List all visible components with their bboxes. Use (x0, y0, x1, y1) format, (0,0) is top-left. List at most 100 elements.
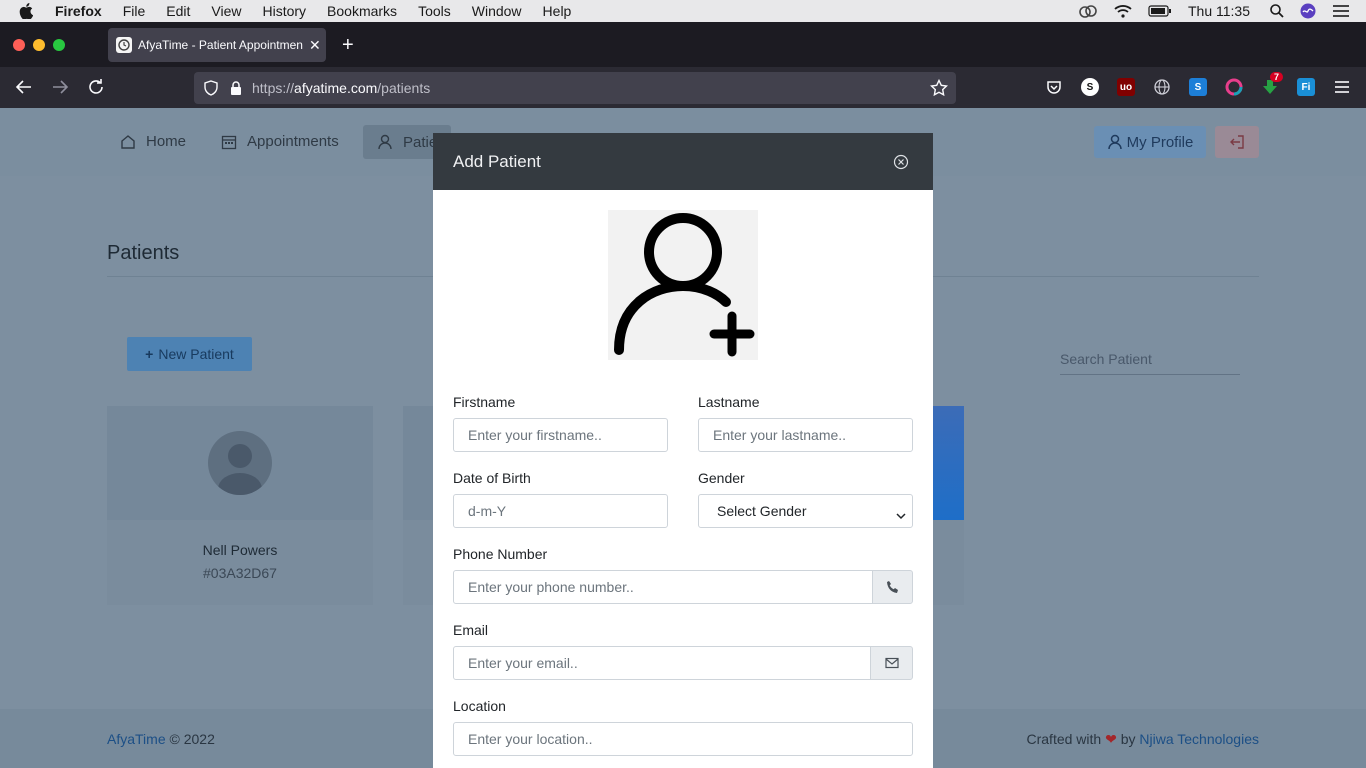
patient-card[interactable] (933, 520, 964, 605)
modal-header: Add Patient (433, 133, 933, 190)
footer-copyright-text: © 2022 (169, 731, 215, 747)
menubar-clock[interactable]: Thu 11:35 (1188, 3, 1250, 19)
menu-help[interactable]: Help (543, 3, 572, 19)
tab-title: AfyaTime - Patient Appointment (138, 38, 303, 52)
close-window-button[interactable] (13, 39, 25, 51)
afyatime-favicon-icon (116, 37, 132, 53)
forward-icon[interactable] (51, 78, 69, 96)
s-blue-extension-icon[interactable]: S (1189, 78, 1207, 96)
firstname-label: Firstname (453, 394, 516, 410)
apple-icon[interactable] (19, 3, 35, 19)
calendar-icon (221, 135, 237, 149)
phone-field[interactable]: Enter your phone number.. (453, 570, 873, 604)
siri-icon[interactable] (1300, 3, 1316, 19)
lock-icon[interactable] (230, 80, 242, 96)
battery-icon[interactable] (1148, 5, 1172, 17)
extension-badge: 7 (1270, 72, 1284, 82)
gender-select-value: Select Gender (717, 503, 807, 519)
url-protocol: https:// (252, 80, 295, 96)
menu-edit[interactable]: Edit (166, 3, 190, 19)
phone-label: Phone Number (453, 546, 548, 562)
bookmark-star-icon[interactable] (929, 78, 949, 100)
location-field[interactable]: Enter your location.. (453, 722, 913, 756)
color-picker-extension-icon[interactable] (1225, 78, 1243, 96)
download-extension-icon[interactable]: 7 (1261, 72, 1284, 96)
footer-by-text: by (1120, 731, 1136, 747)
skype-extension-icon[interactable]: S (1081, 78, 1099, 96)
browser-navbar: https:// afyatime.com /patients S uo S 7… (0, 67, 1366, 108)
gender-select[interactable]: Select Gender (698, 494, 913, 528)
menu-history[interactable]: History (262, 3, 306, 19)
macos-menubar: Firefox File Edit View History Bookmarks… (0, 0, 1366, 22)
control-center-icon[interactable] (1332, 4, 1350, 18)
hamburger-menu-icon[interactable] (1333, 78, 1351, 96)
my-profile-label: My Profile (1126, 133, 1194, 151)
browser-tab-active[interactable]: AfyaTime - Patient Appointment ✕ (108, 28, 326, 62)
modal-title: Add Patient (453, 151, 541, 171)
footer-company-link[interactable]: Njiwa Technologies (1139, 731, 1259, 747)
footer-copyright: AfyaTime © 2022 (107, 731, 215, 747)
search-input[interactable]: Search Patient (1060, 351, 1240, 375)
tracking-shield-icon[interactable] (203, 80, 219, 99)
avatar (208, 431, 272, 495)
spotlight-search-icon[interactable] (1270, 4, 1284, 18)
lastname-field[interactable]: Enter your lastname.. (698, 418, 913, 452)
user-icon (1107, 134, 1122, 150)
creative-cloud-icon[interactable] (1078, 4, 1098, 18)
location-label: Location (453, 698, 506, 714)
minimize-window-button[interactable] (33, 39, 45, 51)
menu-bookmarks[interactable]: Bookmarks (327, 3, 397, 19)
ublock-origin-icon[interactable]: uo (1117, 78, 1135, 96)
lastname-label: Lastname (698, 394, 760, 410)
logout-icon (1230, 135, 1244, 149)
email-field[interactable]: Enter your email.. (453, 646, 871, 680)
pocket-icon[interactable] (1045, 78, 1063, 96)
add-user-photo-placeholder[interactable] (608, 210, 758, 360)
heart-icon: ❤ (1105, 731, 1117, 747)
patient-id: #03A32D67 (203, 565, 277, 581)
menu-window[interactable]: Window (472, 3, 522, 19)
patient-card-header (107, 406, 373, 520)
firstname-field[interactable]: Enter your firstname.. (453, 418, 668, 452)
dob-field[interactable]: d-m-Y (453, 494, 668, 528)
gender-label: Gender (698, 470, 745, 486)
patient-name: Nell Powers (202, 542, 278, 558)
new-patient-button[interactable]: + New Patient (127, 337, 252, 371)
zoom-window-button[interactable] (53, 39, 65, 51)
footer-credits: Crafted with ❤ by Njiwa Technologies (1027, 731, 1260, 748)
nav-appointments-label: Appointments (247, 133, 339, 150)
menu-file[interactable]: File (123, 3, 146, 19)
menu-app-firefox[interactable]: Firefox (55, 3, 102, 19)
back-icon[interactable] (15, 78, 33, 96)
reload-icon[interactable] (87, 78, 105, 96)
phone-icon (886, 581, 898, 593)
close-icon[interactable] (893, 154, 909, 175)
browser-tabbar: AfyaTime - Patient Appointment ✕ + (0, 22, 1366, 67)
url-host: afyatime.com (294, 80, 378, 96)
footer-crafted-text: Crafted with (1026, 731, 1102, 747)
globe-extension-icon[interactable] (1153, 78, 1171, 96)
logout-button[interactable] (1215, 126, 1259, 158)
nav-appointments[interactable]: Appointments (221, 133, 339, 150)
new-patient-label: New Patient (158, 346, 234, 362)
menu-tools[interactable]: Tools (418, 3, 451, 19)
home-icon (121, 134, 135, 149)
wifi-icon[interactable] (1114, 4, 1132, 18)
nav-home[interactable]: Home (120, 133, 186, 150)
add-patient-modal: Add Patient Firstname Enter your firstna… (433, 133, 933, 768)
url-bar[interactable]: https:// afyatime.com /patients (194, 72, 956, 104)
fi-extension-icon[interactable]: Fi (1297, 78, 1315, 96)
dob-label: Date of Birth (453, 470, 531, 486)
menu-view[interactable]: View (211, 3, 241, 19)
my-profile-button[interactable]: My Profile (1094, 126, 1206, 158)
chevron-down-icon (896, 507, 906, 523)
patient-card-image (933, 406, 964, 520)
patient-card[interactable] (403, 406, 433, 605)
plus-icon: + (145, 346, 154, 362)
close-tab-icon[interactable]: ✕ (309, 37, 321, 54)
nav-home-label: Home (146, 133, 187, 150)
footer-brand-link[interactable]: AfyaTime (107, 731, 166, 747)
new-tab-icon[interactable]: + (342, 34, 354, 57)
url-path: /patients (377, 80, 431, 96)
patient-card[interactable]: Nell Powers #03A32D67 (107, 406, 373, 605)
